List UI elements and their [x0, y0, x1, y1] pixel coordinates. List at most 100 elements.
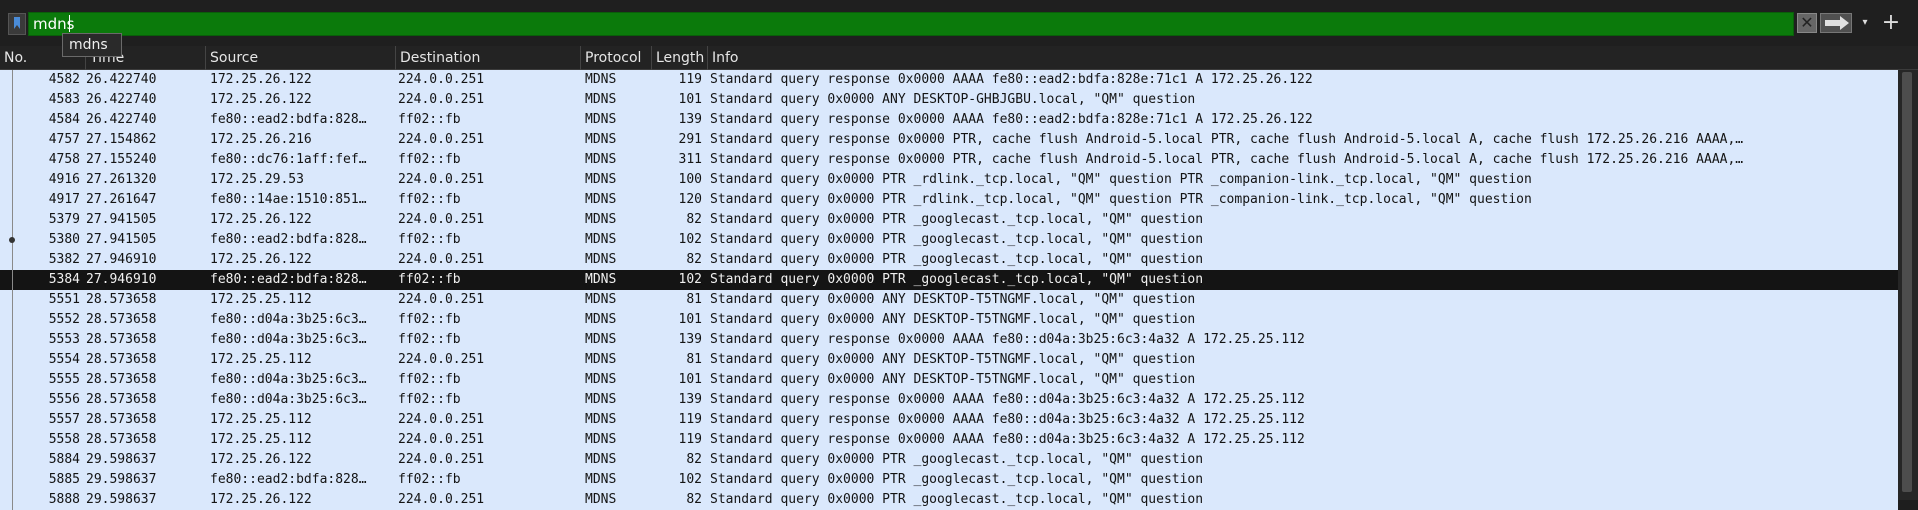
cell-info: Standard query response 0x0000 PTR, cach… [710, 132, 1744, 147]
cell-dst: 224.0.0.251 [398, 92, 485, 107]
packet-row[interactable]: 5384 27.946910 fe80::ead2:bdfa:828… ff02::f… [0, 270, 1898, 290]
cell-info: Standard query 0x0000 PTR _googlecast._t… [710, 272, 1204, 287]
packet-rows: 4582 26.422740 172.25.26.122 224.0.0.251 MDN… [0, 70, 1898, 510]
cell-proto: MDNS [585, 132, 617, 147]
cell-time: 26.422740 [86, 112, 157, 127]
cell-src: 172.25.26.122 [210, 452, 312, 467]
column-header-protocol[interactable]: Protocol [581, 46, 652, 70]
packet-row[interactable]: 4757 27.154862 172.25.26.216 224.0.0.251 MDN… [0, 130, 1898, 150]
cell-len: 102 [678, 232, 702, 247]
cell-no: 5552 [48, 312, 80, 327]
cell-src: 172.25.26.122 [210, 72, 312, 87]
cell-dst: 224.0.0.251 [398, 492, 485, 507]
cell-time: 29.598637 [86, 492, 157, 507]
column-header-source[interactable]: Source [206, 46, 396, 70]
cell-no: 4916 [48, 172, 80, 187]
filter-bookmark-icon[interactable] [8, 13, 26, 35]
cell-len: 101 [678, 312, 702, 327]
cell-time: 28.573658 [86, 312, 157, 327]
cell-src: 172.25.29.53 [210, 172, 304, 187]
cell-proto: MDNS [585, 312, 617, 327]
cell-dst: 224.0.0.251 [398, 432, 485, 447]
packet-row[interactable]: 4916 27.261320 172.25.29.53 224.0.0.251 MDNS… [0, 170, 1898, 190]
cell-no: 5379 [48, 212, 80, 227]
cell-info: Standard query response 0x0000 AAAA fe80… [710, 432, 1305, 447]
packet-row[interactable]: 5554 28.573658 172.25.25.112 224.0.0.251 MDN… [0, 350, 1898, 370]
vertical-scrollbar[interactable] [1898, 70, 1918, 500]
cell-no: 5555 [48, 372, 80, 387]
packet-row[interactable]: 5555 28.573658 fe80::d04a:3b25:6c3… ff02::f… [0, 370, 1898, 390]
packet-list-header: No. Time Source Destination Protocol Len… [0, 46, 1918, 70]
packet-row[interactable]: 5379 27.941505 172.25.26.122 224.0.0.251 MDN… [0, 210, 1898, 230]
cell-len: 139 [678, 332, 702, 347]
cell-no: 5556 [48, 392, 80, 407]
cell-len: 82 [686, 252, 702, 267]
cell-no: 5557 [48, 412, 80, 427]
filter-history-dropdown[interactable]: ▾ [1857, 13, 1873, 33]
cell-time: 28.573658 [86, 292, 157, 307]
cell-no: 4757 [48, 132, 80, 147]
packet-row[interactable]: 5557 28.573658 172.25.25.112 224.0.0.251 MDN… [0, 410, 1898, 430]
cell-proto: MDNS [585, 192, 617, 207]
cell-dst: 224.0.0.251 [398, 412, 485, 427]
cell-len: 119 [678, 432, 702, 447]
packet-row[interactable]: 5553 28.573658 fe80::d04a:3b25:6c3… ff02::f… [0, 330, 1898, 350]
cell-src: 172.25.26.122 [210, 212, 312, 227]
column-header-info[interactable]: Info [708, 46, 1898, 70]
cell-proto: MDNS [585, 392, 617, 407]
packet-row[interactable]: 5888 29.598637 172.25.26.122 224.0.0.251 MDN… [0, 490, 1898, 510]
column-header-destination[interactable]: Destination [396, 46, 581, 70]
apply-filter-button[interactable] [1820, 13, 1852, 33]
cell-time: 26.422740 [86, 72, 157, 87]
packet-row[interactable]: 5558 28.573658 172.25.25.112 224.0.0.251 MDN… [0, 430, 1898, 450]
cell-len: 81 [686, 352, 702, 367]
cell-len: 291 [678, 132, 702, 147]
cell-src: 172.25.26.216 [210, 132, 312, 147]
packet-row[interactable]: 5884 29.598637 172.25.26.122 224.0.0.251 MDN… [0, 450, 1898, 470]
cell-len: 101 [678, 372, 702, 387]
cell-proto: MDNS [585, 92, 617, 107]
clear-filter-button[interactable]: ✕ [1797, 13, 1817, 33]
cell-src: 172.25.25.112 [210, 292, 312, 307]
cell-proto: MDNS [585, 172, 617, 187]
column-header-length[interactable]: Length [652, 46, 708, 70]
cell-dst: ff02::fb [398, 392, 461, 407]
cell-proto: MDNS [585, 272, 617, 287]
packet-row[interactable]: 5551 28.573658 172.25.25.112 224.0.0.251 MDN… [0, 290, 1898, 310]
cell-len: 101 [678, 92, 702, 107]
cell-dst: ff02::fb [398, 472, 461, 487]
cell-proto: MDNS [585, 232, 617, 247]
packet-row[interactable]: 4917 27.261647 fe80::14ae:1510:851… ff02::f… [0, 190, 1898, 210]
cell-len: 82 [686, 452, 702, 467]
packet-row[interactable]: 4583 26.422740 172.25.26.122 224.0.0.251 MDN… [0, 90, 1898, 110]
filter-autocomplete-popup[interactable]: mdns [62, 33, 122, 57]
cell-info: Standard query 0x0000 PTR _rdlink._tcp.l… [710, 192, 1532, 207]
cell-time: 28.573658 [86, 392, 157, 407]
packet-row[interactable]: 5382 27.946910 172.25.26.122 224.0.0.251 MDN… [0, 250, 1898, 270]
cell-info: Standard query 0x0000 PTR _googlecast._t… [710, 492, 1204, 507]
packet-row[interactable]: 4584 26.422740 fe80::ead2:bdfa:828… ff02::f… [0, 110, 1898, 130]
cell-time: 28.573658 [86, 352, 157, 367]
cell-dst: 224.0.0.251 [398, 132, 485, 147]
cell-src: fe80::dc76:1aff:fef… [210, 152, 367, 167]
cell-len: 311 [678, 152, 702, 167]
scrollbar-thumb[interactable] [1902, 72, 1912, 492]
cell-proto: MDNS [585, 212, 617, 227]
cell-info: Standard query 0x0000 ANY DESKTOP-T5TNGM… [710, 292, 1196, 307]
packet-row[interactable]: 5552 28.573658 fe80::d04a:3b25:6c3… ff02::f… [0, 310, 1898, 330]
packet-row[interactable]: 5556 28.573658 fe80::d04a:3b25:6c3… ff02::f… [0, 390, 1898, 410]
packet-row[interactable]: 5885 29.598637 fe80::ead2:bdfa:828… ff02::f… [0, 470, 1898, 490]
display-filter-input[interactable] [28, 12, 1794, 36]
cell-time: 29.598637 [86, 452, 157, 467]
cell-info: Standard query 0x0000 ANY DESKTOP-T5TNGM… [710, 372, 1196, 387]
packet-row[interactable]: 5380 27.941505 fe80::ead2:bdfa:828… ff02::f… [0, 230, 1898, 250]
cell-no: 5885 [48, 472, 80, 487]
cell-time: 27.261647 [86, 192, 157, 207]
packet-row[interactable]: 4758 27.155240 fe80::dc76:1aff:fef… ff02::f… [0, 150, 1898, 170]
cell-info: Standard query 0x0000 PTR _googlecast._t… [710, 452, 1204, 467]
packet-row[interactable]: 4582 26.422740 172.25.26.122 224.0.0.251 MDN… [0, 70, 1898, 90]
cell-no: 5380 [48, 232, 80, 247]
cell-info: Standard query response 0x0000 AAAA fe80… [710, 392, 1305, 407]
add-filter-button[interactable]: + [1878, 10, 1904, 36]
cell-proto: MDNS [585, 432, 617, 447]
